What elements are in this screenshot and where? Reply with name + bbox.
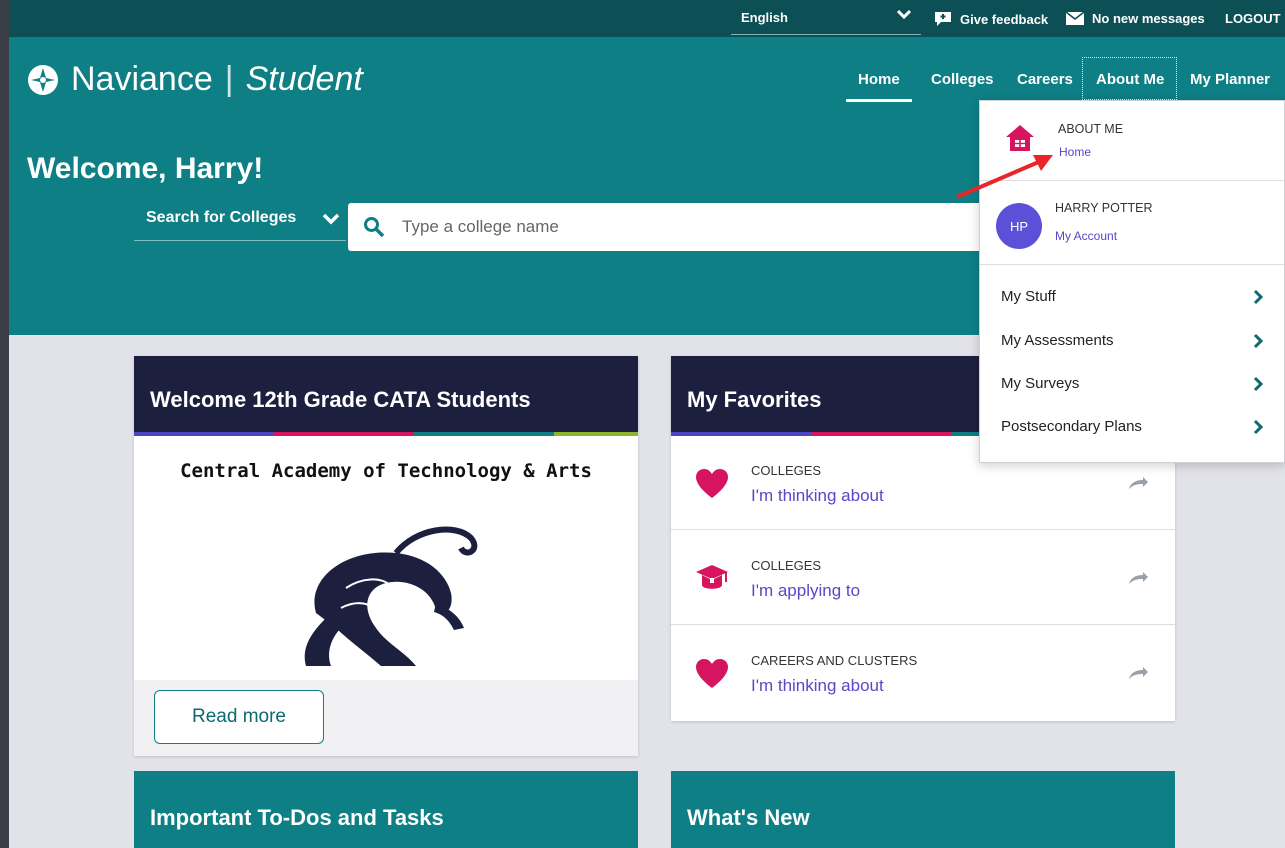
brand-name: Naviance [71,60,213,98]
nav-careers[interactable]: Careers [1017,71,1073,88]
favorite-category: COLLEGES [751,463,822,478]
chevron-right-icon [1253,376,1263,391]
welcome-card-header: Welcome 12th Grade CATA Students [134,356,638,436]
dropdown-item-my-assessments[interactable]: My Assessments [1001,332,1263,349]
messages-link[interactable]: No new messages [1066,11,1205,26]
read-more-button[interactable]: Read more [154,690,324,744]
nav-about-me[interactable]: About Me [1096,71,1164,88]
dropdown-item-my-surveys[interactable]: My Surveys [1001,375,1263,392]
favorite-link[interactable]: I'm thinking about [751,486,884,506]
favorite-link[interactable]: I'm applying to [751,581,860,601]
logout-link[interactable]: LOGOUT [1225,11,1281,26]
annotation-arrow [956,155,1053,199]
nav-my-planner[interactable]: My Planner [1190,71,1270,88]
chevron-right-icon [1253,289,1263,304]
welcome-card: Welcome 12th Grade CATA Students Central… [134,356,638,756]
utility-bar: English Give feedback No new messages LO… [9,0,1285,37]
app-frame: English Give feedback No new messages LO… [9,0,1285,848]
welcome-heading: Welcome, Harry! [27,152,264,185]
dropdown-item-postsecondary-plans[interactable]: Postsecondary Plans [1001,418,1263,435]
nav-home[interactable]: Home [846,71,912,102]
todos-card-title: Important To-Dos and Tasks [150,805,444,830]
color-stripe [134,432,638,436]
feedback-label: Give feedback [960,11,1049,27]
dropdown-item-label: My Assessments [1001,332,1114,349]
favorite-category: COLLEGES [751,558,822,573]
search-type-value: Search for Colleges [146,209,297,226]
chevron-down-icon [322,213,340,225]
read-more-footer: Read more [134,680,638,756]
search-icon [364,217,385,238]
favorite-row[interactable]: CAREERS AND CLUSTERS I'm thinking about [671,626,1175,720]
heart-icon [696,469,728,498]
graduation-cap-icon [696,565,728,589]
search-type-select[interactable]: Search for Colleges [134,205,346,241]
whats-new-card[interactable]: What's New [671,771,1175,848]
about-me-label: ABOUT ME [1058,122,1124,136]
user-name: HARRY POTTER [1055,201,1153,215]
messages-label: No new messages [1092,11,1205,26]
brand-divider: | [224,60,234,98]
language-value: English [741,10,788,25]
chevron-down-icon [897,10,911,20]
chevron-right-icon [1253,333,1263,348]
favorite-link[interactable]: I'm thinking about [751,676,884,696]
heart-icon [696,659,728,688]
dropdown-item-my-stuff[interactable]: My Stuff [1001,288,1263,305]
brand-product: Student [245,60,363,98]
give-feedback-link[interactable]: Give feedback [934,11,1048,27]
dropdown-item-label: My Stuff [1001,288,1056,305]
compass-logo-icon [28,64,58,95]
welcome-card-title: Welcome 12th Grade CATA Students [150,387,531,412]
language-select[interactable]: English [731,5,921,35]
favorite-category: CAREERS AND CLUSTERS [751,653,918,668]
nav-colleges[interactable]: Colleges [931,71,994,88]
share-icon[interactable] [1127,571,1149,585]
feedback-icon [935,12,951,26]
college-search-box [348,203,1088,251]
dropdown-item-label: Postsecondary Plans [1001,418,1142,435]
college-search-input[interactable] [402,215,962,239]
share-icon[interactable] [1127,476,1149,490]
todos-card[interactable]: Important To-Dos and Tasks [134,771,638,848]
panther-mascot-image [304,526,478,666]
favorite-row[interactable]: COLLEGES I'm applying to [671,531,1175,625]
avatar: HP [996,203,1042,249]
logout-label: LOGOUT [1225,11,1281,26]
brand-logo[interactable]: Naviance | Student [27,60,363,99]
my-account-link[interactable]: My Account [1055,229,1117,243]
whats-new-card-title: What's New [687,805,810,830]
favorites-card-title: My Favorites [687,387,822,412]
share-icon[interactable] [1127,666,1149,680]
chevron-right-icon [1253,419,1263,434]
envelope-icon [1066,12,1084,25]
dropdown-item-label: My Surveys [1001,375,1080,392]
school-name: Central Academy of Technology & Arts [180,460,592,482]
